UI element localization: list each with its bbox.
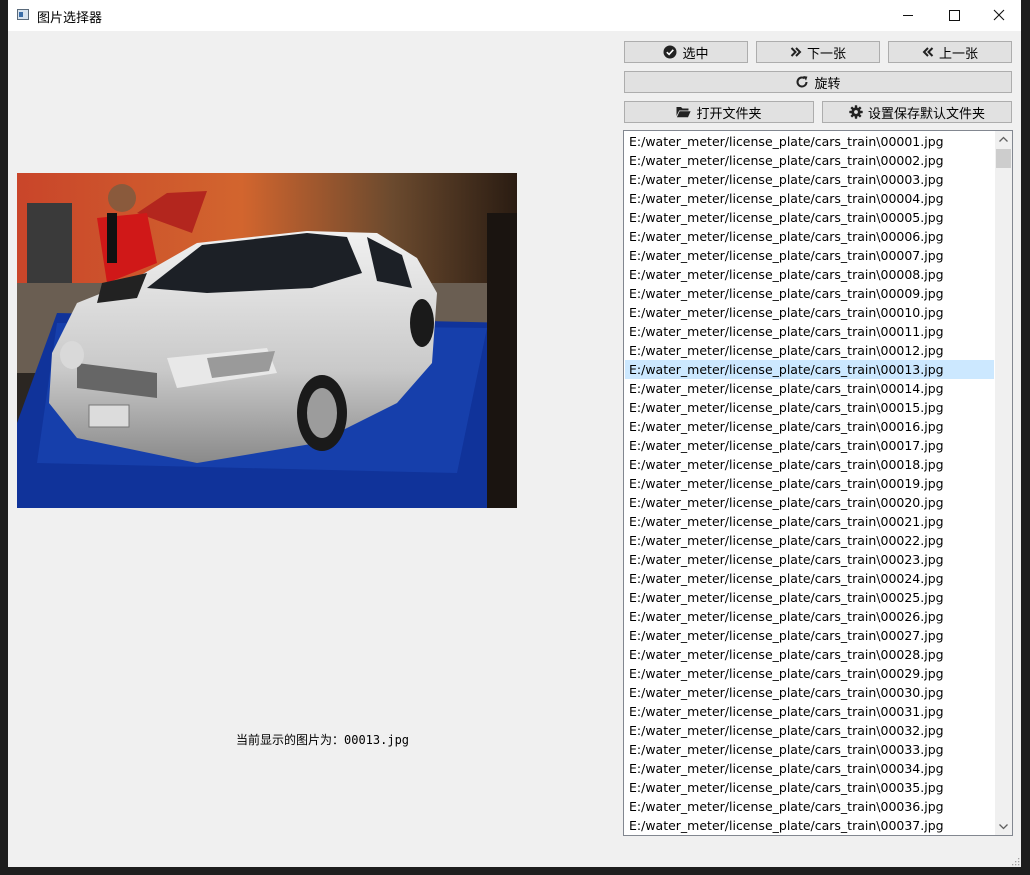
app-icon <box>17 9 29 20</box>
file-list-item[interactable]: E:/water_meter/license_plate/cars_train\… <box>625 322 994 341</box>
file-list-item[interactable]: E:/water_meter/license_plate/cars_train\… <box>625 303 994 322</box>
scroll-up-button[interactable] <box>995 131 1012 148</box>
file-list-item[interactable]: E:/water_meter/license_plate/cars_train\… <box>625 246 994 265</box>
file-list-item[interactable]: E:/water_meter/license_plate/cars_train\… <box>625 588 994 607</box>
file-list-item[interactable]: E:/water_meter/license_plate/cars_train\… <box>625 550 994 569</box>
file-list-item[interactable]: E:/water_meter/license_plate/cars_train\… <box>625 816 994 835</box>
file-list-item[interactable]: E:/water_meter/license_plate/cars_train\… <box>625 569 994 588</box>
file-list-item[interactable]: E:/water_meter/license_plate/cars_train\… <box>625 227 994 246</box>
current-image-status: 当前显示的图片为：00013.jpg <box>236 733 410 747</box>
file-list-item[interactable]: E:/water_meter/license_plate/cars_train\… <box>625 170 994 189</box>
file-list-item[interactable]: E:/water_meter/license_plate/cars_train\… <box>625 645 994 664</box>
gear-icon <box>849 105 863 119</box>
file-list[interactable]: E:/water_meter/license_plate/cars_train\… <box>623 130 1013 836</box>
minimize-button[interactable] <box>885 0 931 31</box>
file-list-item[interactable]: E:/water_meter/license_plate/cars_train\… <box>625 341 994 360</box>
file-list-item[interactable]: E:/water_meter/license_plate/cars_train\… <box>625 398 994 417</box>
file-list-item[interactable]: E:/water_meter/license_plate/cars_train\… <box>625 626 994 645</box>
select-button-label: 选中 <box>682 46 709 62</box>
double-chevron-left-icon <box>922 47 934 57</box>
file-list-item[interactable]: E:/water_meter/license_plate/cars_train\… <box>625 284 994 303</box>
file-list-item[interactable]: E:/water_meter/license_plate/cars_train\… <box>625 664 994 683</box>
set-default-folder-button-label: 设置保存默认文件夹 <box>867 106 985 122</box>
rotate-icon <box>797 76 808 88</box>
set-default-folder-button[interactable]: 设置保存默认文件夹 <box>822 101 1012 123</box>
rotate-button[interactable]: 旋转 <box>624 71 1012 93</box>
minimize-icon <box>903 15 913 16</box>
scroll-thumb[interactable] <box>996 149 1011 168</box>
file-list-item[interactable]: E:/water_meter/license_plate/cars_train\… <box>625 436 994 455</box>
title-bar[interactable]: 图片选择器 <box>8 0 1021 31</box>
file-list-item[interactable]: E:/water_meter/license_plate/cars_train\… <box>625 702 994 721</box>
vertical-scrollbar[interactable] <box>995 131 1012 835</box>
file-list-item[interactable]: E:/water_meter/license_plate/cars_train\… <box>625 740 994 759</box>
file-list-item[interactable]: E:/water_meter/license_plate/cars_train\… <box>625 189 994 208</box>
image-preview <box>17 173 517 508</box>
file-list-item[interactable]: E:/water_meter/license_plate/cars_train\… <box>625 759 994 778</box>
file-list-item[interactable]: E:/water_meter/license_plate/cars_train\… <box>625 721 994 740</box>
previous-button-label: 上一张 <box>938 46 978 62</box>
file-list-item[interactable]: E:/water_meter/license_plate/cars_train\… <box>625 493 994 512</box>
rotate-button-label: 旋转 <box>814 76 841 92</box>
chevron-down-icon <box>999 824 1008 830</box>
open-folder-button[interactable]: 打开文件夹 <box>624 101 814 123</box>
folder-open-icon <box>676 107 692 118</box>
select-button[interactable]: 选中 <box>624 41 748 63</box>
close-button[interactable] <box>976 0 1021 31</box>
double-chevron-right-icon <box>790 47 802 57</box>
file-list-item[interactable]: E:/water_meter/license_plate/cars_train\… <box>625 683 994 702</box>
check-circle-icon <box>663 45 677 59</box>
open-folder-button-label: 打开文件夹 <box>696 106 762 122</box>
file-list-item[interactable]: E:/water_meter/license_plate/cars_train\… <box>625 512 994 531</box>
maximize-icon <box>949 10 960 21</box>
maximize-button[interactable] <box>931 0 977 31</box>
next-button[interactable]: 下一张 <box>756 41 880 63</box>
file-list-item[interactable]: E:/water_meter/license_plate/cars_train\… <box>625 151 994 170</box>
previous-button[interactable]: 上一张 <box>888 41 1012 63</box>
window-title: 图片选择器 <box>37 11 103 26</box>
file-list-item[interactable]: E:/water_meter/license_plate/cars_train\… <box>625 379 994 398</box>
file-list-item[interactable]: E:/water_meter/license_plate/cars_train\… <box>625 455 994 474</box>
file-list-item[interactable]: E:/water_meter/license_plate/cars_train\… <box>625 778 994 797</box>
next-button-label: 下一张 <box>806 46 846 62</box>
file-list-item[interactable]: E:/water_meter/license_plate/cars_train\… <box>625 797 994 816</box>
file-list-item-selected[interactable]: E:/water_meter/license_plate/cars_train\… <box>625 360 994 379</box>
scroll-down-button[interactable] <box>995 818 1012 835</box>
file-list-item[interactable]: E:/water_meter/license_plate/cars_train\… <box>625 265 994 284</box>
file-list-item[interactable]: E:/water_meter/license_plate/cars_train\… <box>625 607 994 626</box>
main-window: 图片选择器 选中 下一张 上一张 旋转 打开文件夹 设置保存默认文件夹 当前显示… <box>8 0 1021 867</box>
file-list-item[interactable]: E:/water_meter/license_plate/cars_train\… <box>625 531 994 550</box>
file-list-item[interactable]: E:/water_meter/license_plate/cars_train\… <box>625 208 994 227</box>
close-icon <box>993 9 1005 21</box>
chevron-up-icon <box>999 136 1008 142</box>
file-list-item[interactable]: E:/water_meter/license_plate/cars_train\… <box>625 474 994 493</box>
file-list-item[interactable]: E:/water_meter/license_plate/cars_train\… <box>625 132 994 151</box>
file-list-item[interactable]: E:/water_meter/license_plate/cars_train\… <box>625 417 994 436</box>
resize-grip-icon[interactable] <box>1010 856 1020 866</box>
